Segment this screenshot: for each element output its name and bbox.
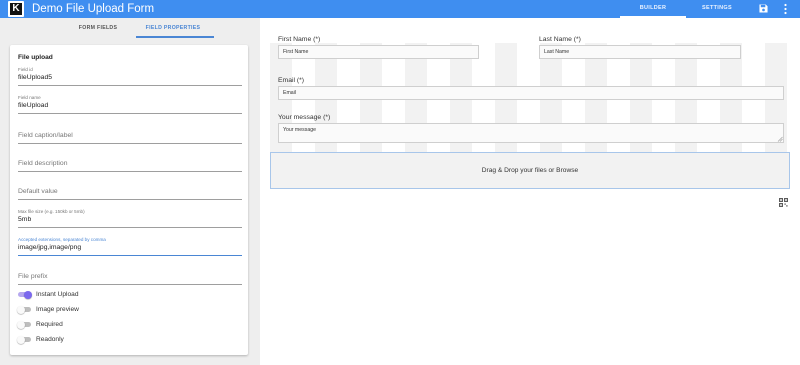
form-title: Demo File Upload Form xyxy=(32,3,155,15)
tab-settings[interactable]: SETTINGS xyxy=(690,0,744,18)
default-value-input[interactable]: Default value xyxy=(18,187,242,200)
last-name-label: Last Name (*) xyxy=(539,36,581,43)
grid-column xyxy=(270,43,292,165)
form-canvas xyxy=(260,18,800,365)
max-file-size-input[interactable]: Max file size (e.g. 150kb or 5mb) 5mb xyxy=(18,209,242,228)
email-input[interactable]: Email xyxy=(278,86,784,100)
grid-column xyxy=(540,43,562,165)
field-caption-input[interactable]: Field caption/label xyxy=(18,131,242,144)
grid-column xyxy=(630,43,652,165)
accepted-extensions-input[interactable]: Accepted extensions, separated by comma … xyxy=(18,237,242,256)
grid-column xyxy=(675,43,697,165)
field-properties-card: File upload Field id fileUpload5 Field n… xyxy=(10,45,248,355)
instant-upload-toggle[interactable] xyxy=(18,290,32,299)
required-toggle[interactable] xyxy=(17,320,31,329)
field-description-placeholder[interactable]: Field description xyxy=(18,159,242,169)
message-label: Your message (*) xyxy=(278,114,331,121)
grid-column xyxy=(315,43,337,165)
readonly-label: Readonly xyxy=(36,336,64,343)
grid-column xyxy=(585,43,607,165)
default-value-placeholder[interactable]: Default value xyxy=(18,187,242,197)
required-label: Required xyxy=(36,321,63,328)
first-name-label: First Name (*) xyxy=(278,36,321,43)
qr-code-icon[interactable] xyxy=(779,198,788,207)
file-dropzone[interactable]: Drag & Drop your files or Browse xyxy=(270,152,790,189)
last-name-input[interactable]: Last Name xyxy=(539,45,741,59)
field-name-input[interactable]: Field name fileUpload xyxy=(18,95,242,114)
image-preview-label: Image preview xyxy=(36,306,79,313)
resize-handle-icon[interactable] xyxy=(777,136,783,142)
grid-column xyxy=(360,43,382,165)
grid-column xyxy=(405,43,427,165)
card-title: File upload xyxy=(18,54,53,61)
file-prefix-input[interactable]: File prefix xyxy=(18,272,242,285)
more-vert-icon[interactable] xyxy=(784,3,787,15)
save-icon[interactable] xyxy=(759,4,768,13)
file-prefix-placeholder[interactable]: File prefix xyxy=(18,272,242,282)
field-caption-placeholder[interactable]: Field caption/label xyxy=(18,131,242,141)
grid-column xyxy=(495,43,517,165)
instant-upload-label: Instant Upload xyxy=(36,291,79,298)
message-textarea[interactable]: Your message xyxy=(278,123,784,143)
field-id-input[interactable]: Field id fileUpload5 xyxy=(18,67,242,86)
app-logo: K xyxy=(8,1,24,17)
image-preview-toggle[interactable] xyxy=(17,305,31,314)
tab-field-properties[interactable]: FIELD PROPERTIES xyxy=(132,25,214,31)
subtab-indicator xyxy=(136,36,214,38)
readonly-toggle[interactable] xyxy=(17,335,31,344)
grid-column xyxy=(765,43,787,165)
logo-letter: K xyxy=(10,3,22,15)
grid-column xyxy=(450,43,472,165)
first-name-input[interactable]: First Name xyxy=(278,45,479,59)
app-bar: K Demo File Upload Form BUILDER SETTINGS xyxy=(0,0,800,18)
tab-form-fields[interactable]: FORM FIELDS xyxy=(70,25,126,31)
field-id-value[interactable]: fileUpload5 xyxy=(18,73,242,83)
email-label: Email (*) xyxy=(278,77,305,84)
field-name-value[interactable]: fileUpload xyxy=(18,101,242,111)
accepted-extensions-value[interactable]: image/jpg,image/png xyxy=(18,243,242,253)
field-description-input[interactable]: Field description xyxy=(18,159,242,172)
grid-column xyxy=(720,43,742,165)
max-file-size-value[interactable]: 5mb xyxy=(18,215,242,225)
